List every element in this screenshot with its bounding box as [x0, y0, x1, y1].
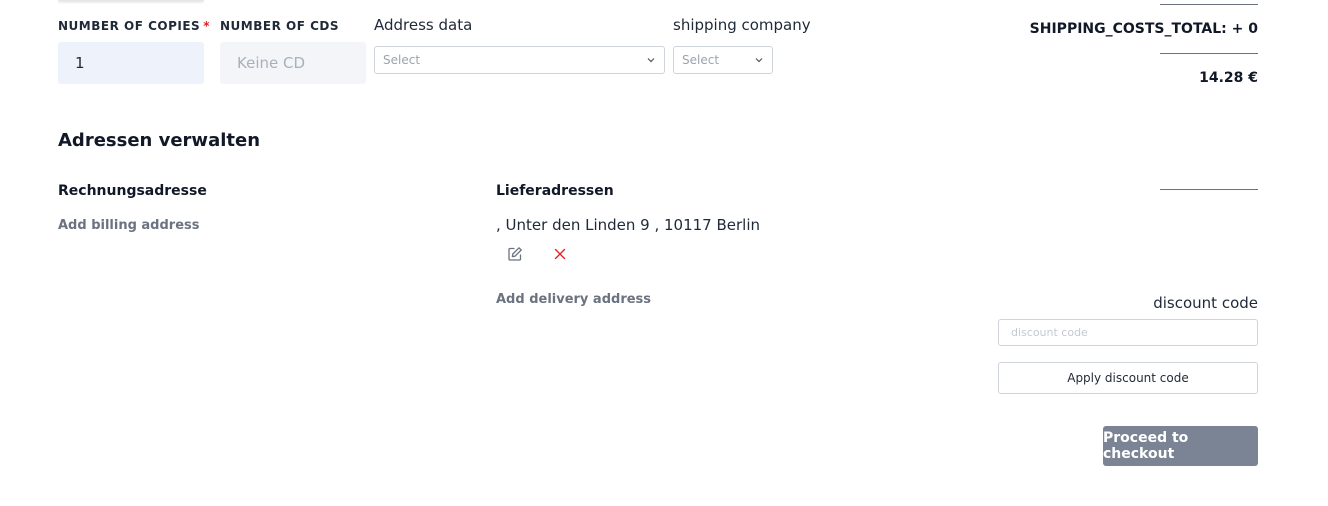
shipping-select[interactable]: Select	[673, 46, 773, 74]
card-edge	[58, 0, 204, 2]
discount-code-label: discount code	[1153, 294, 1258, 312]
address-select-value: Select	[383, 53, 421, 67]
copies-label: NUMBER OF COPIES *	[58, 19, 210, 33]
chevron-down-icon	[754, 55, 764, 65]
shipping-select-value: Select	[682, 53, 720, 67]
cds-label: NUMBER OF CDS	[220, 19, 339, 33]
add-billing-address-link[interactable]: Add billing address	[58, 218, 200, 233]
discount-code-input[interactable]	[998, 319, 1258, 346]
addresses-title: Adressen verwalten	[58, 130, 261, 151]
close-icon[interactable]	[550, 244, 570, 264]
total-price: 14.28 €	[1199, 70, 1258, 86]
delivery-addresses-title: Lieferadressen	[496, 183, 614, 199]
delivery-address-entry: , Unter den Linden 9 , 10117 Berlin	[496, 216, 761, 234]
billing-address-title: Rechnungsadresse	[58, 183, 207, 199]
required-mark: *	[203, 19, 210, 33]
copies-value: 1	[75, 54, 85, 72]
edit-icon[interactable]	[505, 244, 525, 264]
cds-input[interactable]: Keine CD	[220, 42, 366, 84]
address-select[interactable]: Select	[374, 46, 665, 74]
address-data-label: Address data	[374, 16, 473, 34]
chevron-down-icon	[646, 55, 656, 65]
cds-placeholder: Keine CD	[237, 54, 306, 72]
shipping-costs-total: SHIPPING_COSTS_TOTAL: + 0	[1029, 21, 1258, 37]
divider	[1160, 4, 1258, 5]
add-delivery-address-link[interactable]: Add delivery address	[496, 292, 651, 307]
copies-input[interactable]: 1	[58, 42, 204, 84]
apply-discount-button[interactable]: Apply discount code	[998, 362, 1258, 394]
divider	[1160, 53, 1258, 54]
copies-label-text: NUMBER OF COPIES	[58, 19, 201, 33]
proceed-to-checkout-button[interactable]: Proceed to checkout	[1103, 426, 1258, 466]
shipping-company-label: shipping company	[673, 16, 811, 34]
divider	[1160, 189, 1258, 190]
